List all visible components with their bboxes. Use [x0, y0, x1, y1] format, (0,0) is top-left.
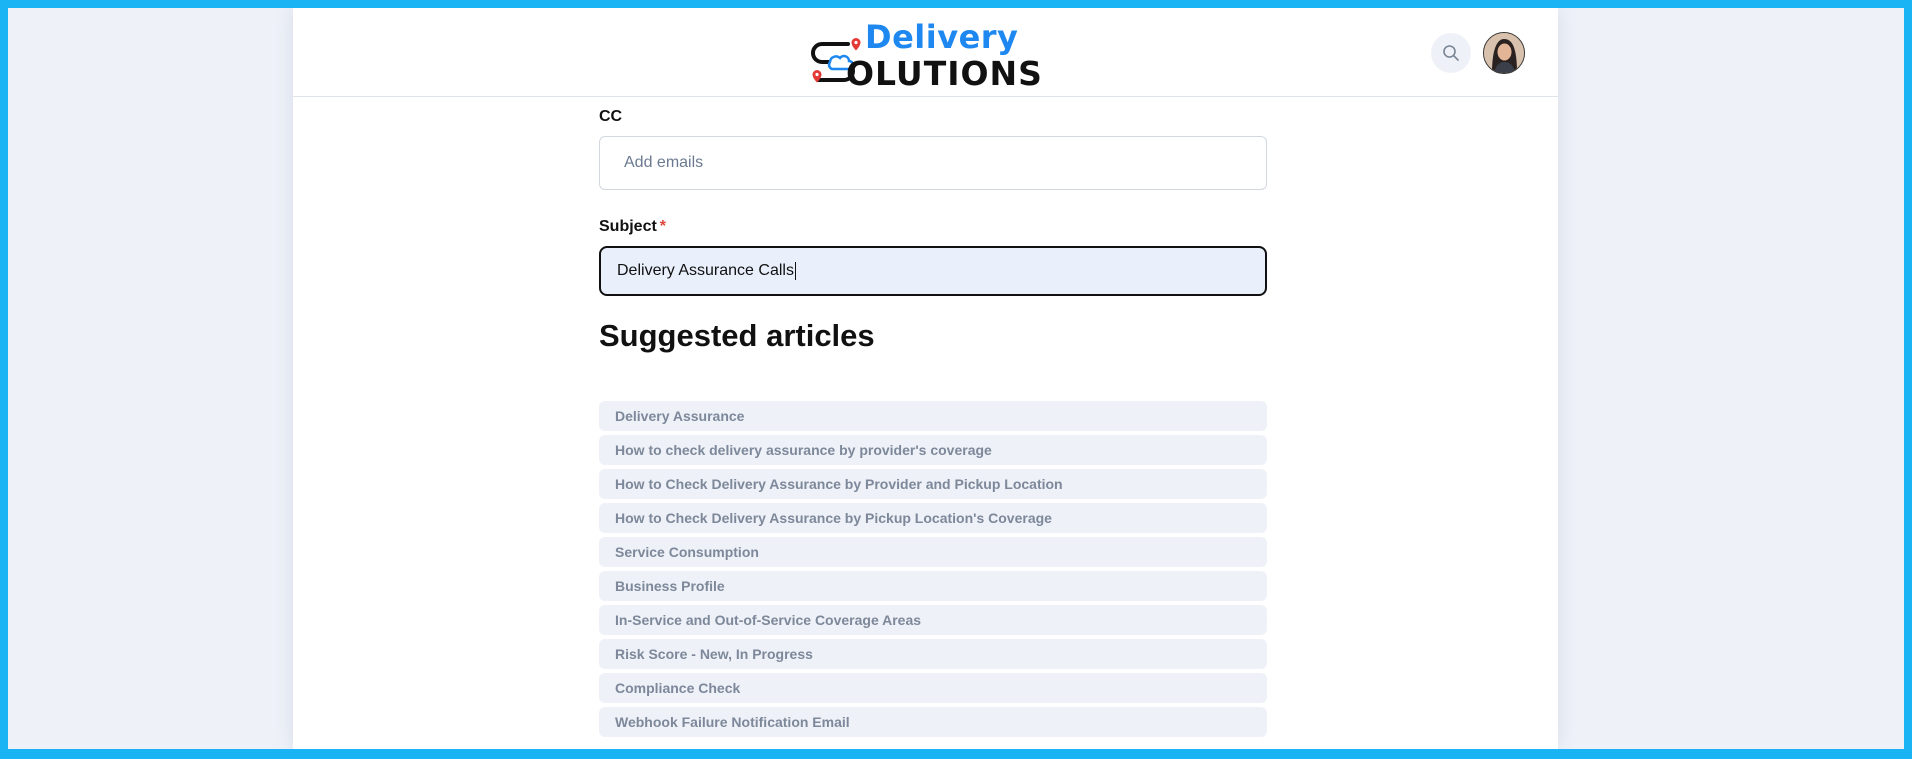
logo-text-delivery: Delivery: [865, 18, 1019, 56]
logo-text-solutions: OLUTIONS: [846, 54, 1043, 93]
suggested-articles-list: Delivery Assurance How to check delivery…: [599, 401, 1267, 741]
subject-value: Delivery Assurance Calls: [617, 262, 794, 279]
avatar-image: [1484, 33, 1524, 73]
subject-label-text: Subject: [599, 218, 657, 235]
page-container: Delivery OLUTIONS CC Add emails Subject …: [293, 8, 1558, 749]
suggested-article-link[interactable]: Compliance Check: [599, 673, 1267, 703]
suggested-article-link[interactable]: In-Service and Out-of-Service Coverage A…: [599, 605, 1267, 635]
delivery-solutions-logo[interactable]: Delivery OLUTIONS: [808, 18, 1048, 93]
cc-placeholder: Add emails: [624, 154, 704, 171]
user-avatar[interactable]: [1483, 32, 1525, 74]
suggested-article-link[interactable]: Risk Score - New, In Progress: [599, 639, 1267, 669]
browser-viewport: Delivery OLUTIONS CC Add emails Subject …: [8, 8, 1904, 749]
suggested-articles-heading: Suggested articles: [599, 318, 875, 353]
suggested-article-link[interactable]: How to check delivery assurance by provi…: [599, 435, 1267, 465]
suggested-article-link[interactable]: Business Profile: [599, 571, 1267, 601]
suggested-article-link[interactable]: How to Check Delivery Assurance by Picku…: [599, 503, 1267, 533]
cc-label: CC: [599, 108, 623, 125]
suggested-article-link[interactable]: Service Consumption: [599, 537, 1267, 567]
site-header: Delivery OLUTIONS: [293, 8, 1558, 97]
search-button[interactable]: [1431, 33, 1471, 73]
search-icon: [1443, 45, 1459, 61]
subject-input[interactable]: Delivery Assurance Calls: [599, 246, 1267, 296]
suggested-article-link[interactable]: How to Check Delivery Assurance by Provi…: [599, 469, 1267, 499]
suggested-article-link[interactable]: Webhook Failure Notification Email: [599, 707, 1267, 737]
cc-email-input[interactable]: Add emails: [599, 136, 1267, 190]
suggested-article-link[interactable]: Delivery Assurance: [599, 401, 1267, 431]
text-caret: [794, 262, 796, 280]
subject-label: Subject *: [599, 218, 666, 236]
required-asterisk: *: [659, 218, 667, 235]
